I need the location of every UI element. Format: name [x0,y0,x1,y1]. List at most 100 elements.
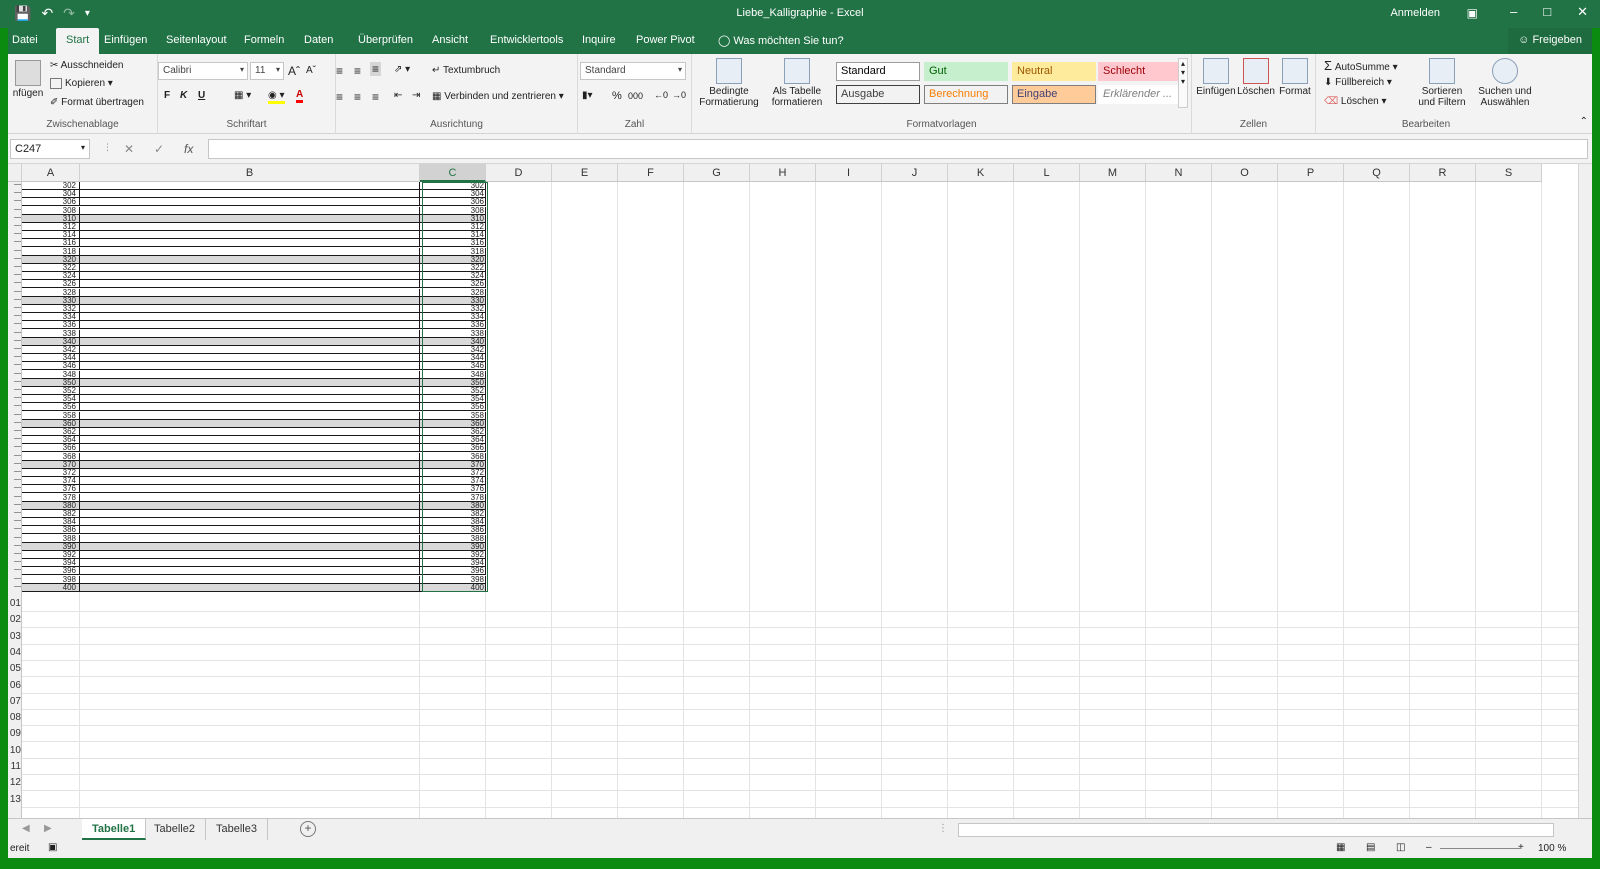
row-header[interactable]: — [8,542,22,550]
column-header-o[interactable]: O [1212,164,1278,182]
table-row[interactable]: 338 338 [22,329,486,338]
table-row[interactable]: 364 364 [22,436,486,445]
number-format-select[interactable]: Standard ▾ [580,62,686,80]
table-row[interactable]: 384 384 [22,518,486,527]
fill-color-icon[interactable]: ◉ ▾ [268,90,285,104]
row-header[interactable]: — [8,279,22,287]
table-row[interactable]: 344 344 [22,354,486,363]
increase-indent-icon[interactable]: ⇥ [412,90,420,101]
column-header-l[interactable]: L [1014,164,1080,182]
clear-button[interactable]: ⌫ Löschen ▾ [1324,96,1387,107]
table-row[interactable]: 316 316 [22,239,486,248]
cell-style-2[interactable]: Neutral [1012,62,1096,81]
table-row[interactable]: 368 368 [22,452,486,461]
ribbon-display-options-icon[interactable]: ▣ [1467,6,1478,20]
cell-a[interactable]: 400 [22,583,78,592]
table-row[interactable]: 382 382 [22,510,486,518]
row-header[interactable]: — [8,558,22,566]
next-sheet-icon[interactable]: ▶ [44,823,52,834]
row-header[interactable]: — [8,534,22,542]
row-header[interactable]: — [8,206,22,214]
tab-einfuegen[interactable]: Einfügen [104,34,147,46]
column-header-h[interactable]: H [750,164,816,182]
currency-icon[interactable]: ▮▾ [582,90,593,101]
font-name-select[interactable]: Calibri ▾ [158,62,248,80]
table-row[interactable]: 372 372 [22,469,486,477]
table-row[interactable]: 332 332 [22,305,486,313]
column-header-g[interactable]: G [684,164,750,182]
format-painter-button[interactable]: ✐ Format übertragen [50,97,144,108]
table-row[interactable]: 330 330 [22,296,486,305]
row-header[interactable]: 05 [8,663,22,674]
align-bottom-icon[interactable]: ≡ [370,62,382,76]
column-header-p[interactable]: P [1278,164,1344,182]
row-header[interactable]: — [8,427,22,435]
fill-button[interactable]: ⬇ Füllbereich ▾ [1324,77,1392,88]
row-header[interactable]: — [8,271,22,279]
zoom-level[interactable]: 100 % [1538,843,1566,854]
share-button[interactable]: ☺ Freigeben [1508,28,1592,54]
tab-ansicht[interactable]: Ansicht [432,34,468,46]
row-header[interactable]: — [8,320,22,328]
align-top-icon[interactable]: ≡ [336,64,343,78]
table-row[interactable]: 370 370 [22,460,486,469]
row-header[interactable]: — [8,394,22,402]
decrease-indent-icon[interactable]: ⇤ [394,90,402,101]
vertical-scrollbar[interactable] [1578,164,1592,818]
orientation-icon[interactable]: ⇗ ▾ [394,64,410,75]
signin-link[interactable]: Anmelden [1390,7,1440,19]
row-header[interactable]: — [8,337,22,345]
format-cells-button[interactable]: Format [1276,58,1314,97]
table-row[interactable]: 380 380 [22,501,486,510]
thousands-button[interactable]: 000 [628,91,643,101]
table-row[interactable]: 376 376 [22,485,486,494]
row-header[interactable]: — [8,435,22,443]
table-row[interactable]: 322 322 [22,264,486,272]
select-all-corner[interactable] [8,164,22,182]
grow-font-icon[interactable]: Aˆ [288,64,300,78]
table-row[interactable]: 392 392 [22,551,486,559]
column-header-e[interactable]: E [552,164,618,182]
wrap-text-button[interactable]: ↵ Textumbruch [432,65,500,76]
macro-record-icon[interactable]: ▣ [48,842,57,853]
table-row[interactable]: 350 350 [22,378,486,387]
sheet-tab-tabelle2[interactable]: Tabelle2 [144,819,206,840]
table-row[interactable]: 310 310 [22,214,486,223]
table-row[interactable]: 306 306 [22,198,486,207]
row-header[interactable]: — [8,583,22,591]
table-row[interactable]: 362 362 [22,428,486,436]
table-row[interactable]: 356 356 [22,403,486,412]
cell-style-1[interactable]: Gut [924,62,1008,81]
border-icon[interactable]: ▦ ▾ [234,90,251,101]
zoom-in-icon[interactable]: + [1518,842,1524,853]
table-row[interactable]: 302 302 [22,182,486,190]
table-row[interactable]: 374 374 [22,477,486,486]
row-header[interactable]: 01 [8,598,22,609]
row-header[interactable]: — [8,312,22,320]
prev-sheet-icon[interactable]: ◀ [22,823,30,834]
align-right-icon[interactable]: ≡ [372,90,379,104]
row-header[interactable]: 04 [8,647,22,658]
cell-style-0[interactable]: Standard [836,62,920,81]
row-header[interactable]: — [8,575,22,583]
row-header[interactable]: 06 [8,680,22,691]
table-row[interactable]: 304 304 [22,190,486,199]
format-as-table-button[interactable]: Als Tabelle formatieren [764,58,830,108]
sort-filter-button[interactable]: Sortieren und Filtern [1412,58,1472,108]
column-header-j[interactable]: J [882,164,948,182]
bold-button[interactable]: F [164,90,170,101]
table-row[interactable]: 340 340 [22,337,486,346]
row-header[interactable]: — [8,509,22,517]
row-header[interactable]: — [8,189,22,197]
table-row[interactable]: 318 318 [22,247,486,256]
table-row[interactable]: 336 336 [22,321,486,330]
table-row[interactable]: 388 388 [22,534,486,543]
tab-daten[interactable]: Daten [304,34,333,46]
row-header[interactable]: — [8,517,22,525]
table-row[interactable]: 324 324 [22,272,486,281]
align-middle-icon[interactable]: ≡ [354,64,361,78]
tab-ueberpruefen[interactable]: Überprüfen [358,34,413,46]
row-header[interactable]: 03 [8,631,22,642]
delete-cells-button[interactable]: Löschen [1236,58,1276,97]
table-row[interactable]: 390 390 [22,542,486,551]
